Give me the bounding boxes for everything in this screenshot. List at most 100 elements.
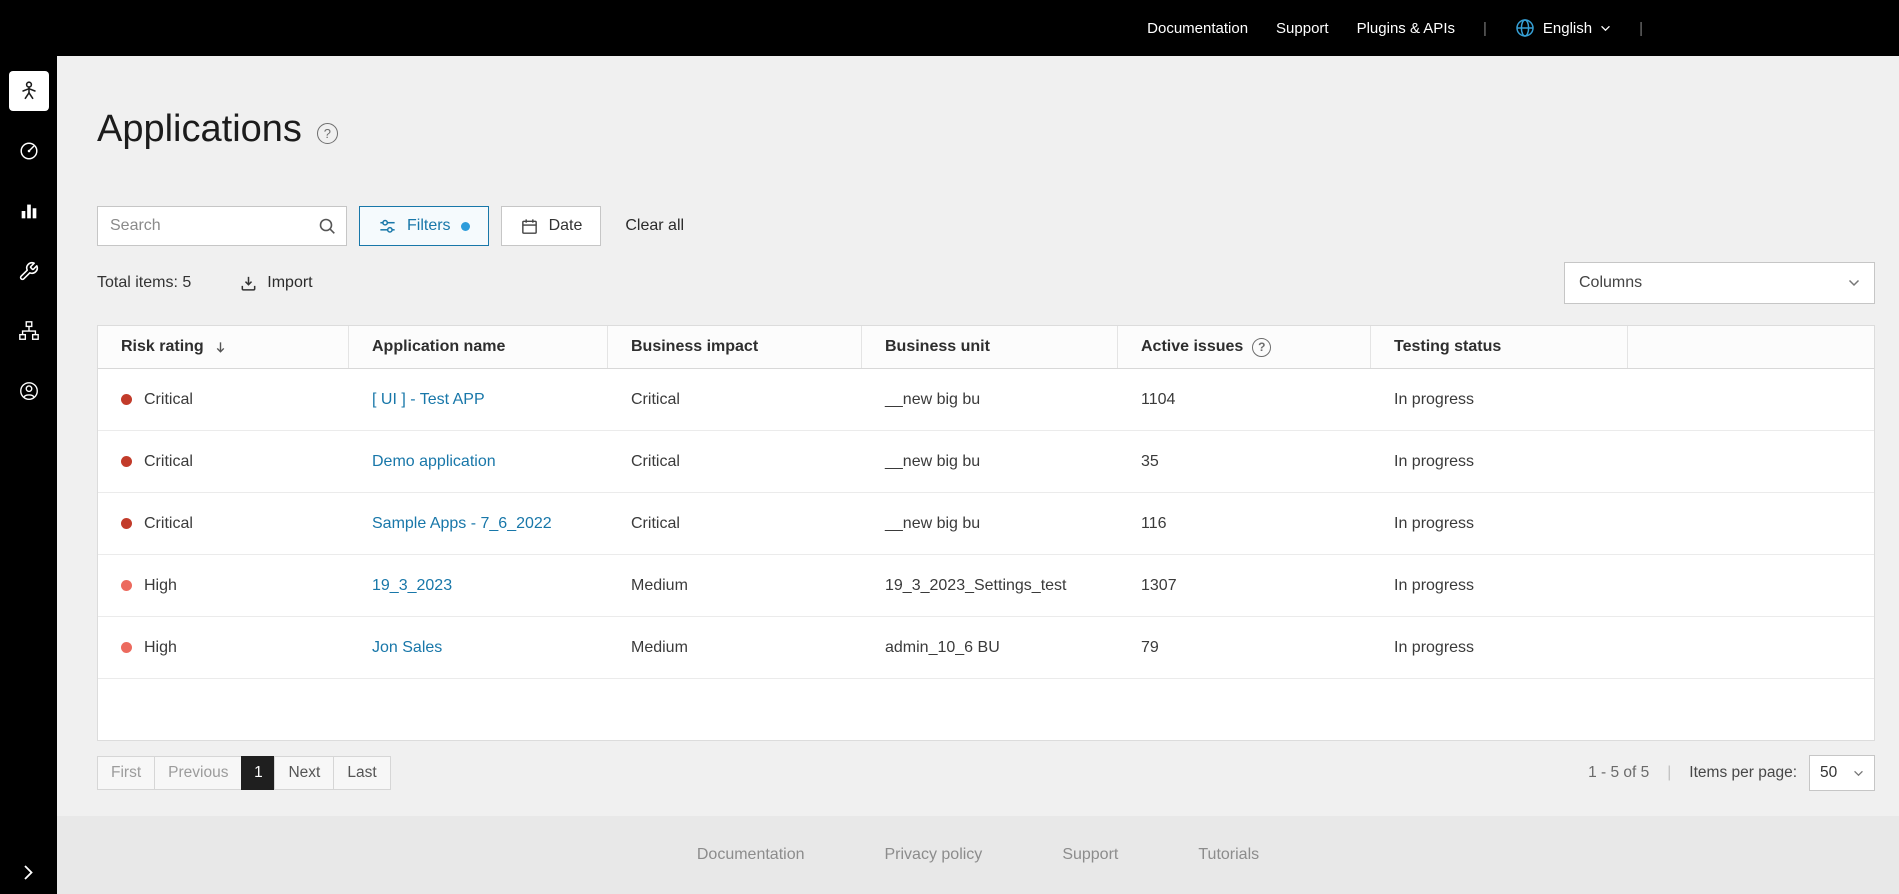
language-label: English	[1543, 20, 1592, 37]
active-filter-dot	[461, 222, 470, 231]
help-icon[interactable]: ?	[1252, 338, 1271, 357]
business-impact-cell: Critical	[608, 453, 862, 471]
column-label: Active issues	[1141, 338, 1243, 356]
calendar-icon	[520, 217, 539, 236]
applications-icon	[18, 80, 40, 102]
column-header-testing-status[interactable]: Testing status	[1371, 326, 1628, 368]
active-issues-cell: 1104	[1118, 391, 1371, 409]
sidebar-item-hierarchy[interactable]	[9, 311, 49, 351]
column-header-business-impact[interactable]: Business impact	[608, 326, 862, 368]
business-unit-cell: __new big bu	[862, 515, 1118, 533]
business-unit-cell: admin_10_6 BU	[862, 639, 1118, 657]
first-page-button[interactable]: First	[97, 756, 155, 790]
import-label: Import	[267, 274, 312, 292]
risk-label: High	[144, 577, 177, 595]
risk-label: High	[144, 639, 177, 657]
clear-all-button[interactable]: Clear all	[625, 217, 684, 235]
previous-page-button[interactable]: Previous	[154, 756, 242, 790]
sidebar-item-applications[interactable]	[9, 71, 49, 111]
page-range-label: 1 - 5 of 5	[1588, 764, 1649, 782]
table-row: Critical [ UI ] - Test APP Critical __ne…	[98, 369, 1874, 431]
risk-rating-cell: High	[98, 639, 349, 657]
pagination-bar: First Previous 1 Next Last 1 - 5 of 5 | …	[97, 755, 1875, 791]
application-name-link[interactable]: Demo application	[372, 453, 496, 471]
sidebar	[0, 56, 57, 894]
title-row: Applications ?	[97, 108, 338, 151]
risk-rating-cell: Critical	[98, 453, 349, 471]
sort-descending-icon[interactable]	[213, 340, 228, 355]
active-issues-cell: 35	[1118, 453, 1371, 471]
business-impact-cell: Medium	[608, 639, 862, 657]
wrench-icon	[18, 261, 39, 282]
risk-dot	[121, 394, 132, 405]
business-impact-cell: Critical	[608, 391, 862, 409]
column-header-actions	[1628, 326, 1874, 368]
next-page-button[interactable]: Next	[274, 756, 334, 790]
table-row: Critical Demo application Critical __new…	[98, 431, 1874, 493]
column-label: Application name	[372, 338, 505, 356]
risk-dot	[121, 518, 132, 529]
import-icon	[239, 274, 258, 293]
table-header: Risk rating Application name Business im…	[98, 326, 1874, 369]
column-header-application-name[interactable]: Application name	[349, 326, 608, 368]
help-icon[interactable]: ?	[317, 123, 338, 144]
footer-link-privacy-policy[interactable]: Privacy policy	[885, 846, 983, 864]
risk-rating-cell: High	[98, 577, 349, 595]
chevron-down-icon	[1853, 770, 1864, 777]
business-impact-cell: Critical	[608, 515, 862, 533]
sidebar-item-scans[interactable]	[9, 131, 49, 171]
risk-label: Critical	[144, 391, 193, 409]
application-name-link[interactable]: [ UI ] - Test APP	[372, 391, 485, 409]
risk-dot	[121, 642, 132, 653]
application-name-link[interactable]: Jon Sales	[372, 639, 442, 657]
column-header-active-issues[interactable]: Active issues ?	[1118, 326, 1371, 368]
columns-select[interactable]: Columns	[1564, 262, 1875, 304]
items-per-page-select[interactable]: 50	[1809, 755, 1875, 791]
sidebar-item-profile[interactable]	[9, 371, 49, 411]
search-input[interactable]	[97, 206, 347, 246]
topbar-separator: |	[1483, 20, 1487, 37]
total-items-label: Total items: 5	[97, 274, 191, 292]
import-button[interactable]: Import	[239, 274, 312, 293]
date-label: Date	[549, 217, 583, 235]
column-header-risk-rating[interactable]: Risk rating	[98, 326, 349, 368]
testing-status-cell: In progress	[1371, 515, 1628, 533]
column-header-business-unit[interactable]: Business unit	[862, 326, 1118, 368]
sidebar-expand-button[interactable]	[0, 865, 57, 880]
last-page-button[interactable]: Last	[333, 756, 390, 790]
footer: Documentation Privacy policy Support Tut…	[57, 816, 1899, 894]
application-name-link[interactable]: 19_3_2023	[372, 577, 452, 595]
risk-label: Critical	[144, 515, 193, 533]
sidebar-item-tools[interactable]	[9, 251, 49, 291]
footer-link-support[interactable]: Support	[1062, 846, 1118, 864]
top-bar: Documentation Support Plugins & APIs | E…	[0, 0, 1899, 56]
footer-link-tutorials[interactable]: Tutorials	[1198, 846, 1259, 864]
main-content: Applications ? Filters	[57, 56, 1899, 894]
current-page-button[interactable]: 1	[241, 756, 275, 790]
testing-status-cell: In progress	[1371, 639, 1628, 657]
sidebar-item-analytics[interactable]	[9, 191, 49, 231]
topbar-link-documentation[interactable]: Documentation	[1147, 20, 1248, 37]
footer-link-documentation[interactable]: Documentation	[697, 846, 805, 864]
testing-status-cell: In progress	[1371, 577, 1628, 595]
date-button[interactable]: Date	[501, 206, 602, 246]
active-issues-cell: 116	[1118, 515, 1371, 533]
filters-button[interactable]: Filters	[359, 206, 489, 246]
table-row: Critical Sample Apps - 7_6_2022 Critical…	[98, 493, 1874, 555]
scan-gauge-icon	[18, 140, 40, 162]
business-unit-cell: 19_3_2023_Settings_test	[862, 577, 1118, 595]
active-issues-cell: 79	[1118, 639, 1371, 657]
search-box	[97, 206, 347, 246]
pagination-info: 1 - 5 of 5 | Items per page: 50	[1588, 755, 1875, 791]
topbar-link-plugins-apis[interactable]: Plugins & APIs	[1357, 20, 1455, 37]
table-row: High Jon Sales Medium admin_10_6 BU 79 I…	[98, 617, 1874, 679]
language-selector[interactable]: English	[1515, 18, 1611, 38]
topbar-link-support[interactable]: Support	[1276, 20, 1329, 37]
testing-status-cell: In progress	[1371, 453, 1628, 471]
topbar-separator: |	[1639, 20, 1643, 37]
application-name-link[interactable]: Sample Apps - 7_6_2022	[372, 515, 552, 533]
column-label: Risk rating	[121, 338, 204, 356]
filters-label: Filters	[407, 217, 451, 235]
user-icon	[18, 380, 40, 402]
page-title: Applications	[97, 108, 302, 151]
